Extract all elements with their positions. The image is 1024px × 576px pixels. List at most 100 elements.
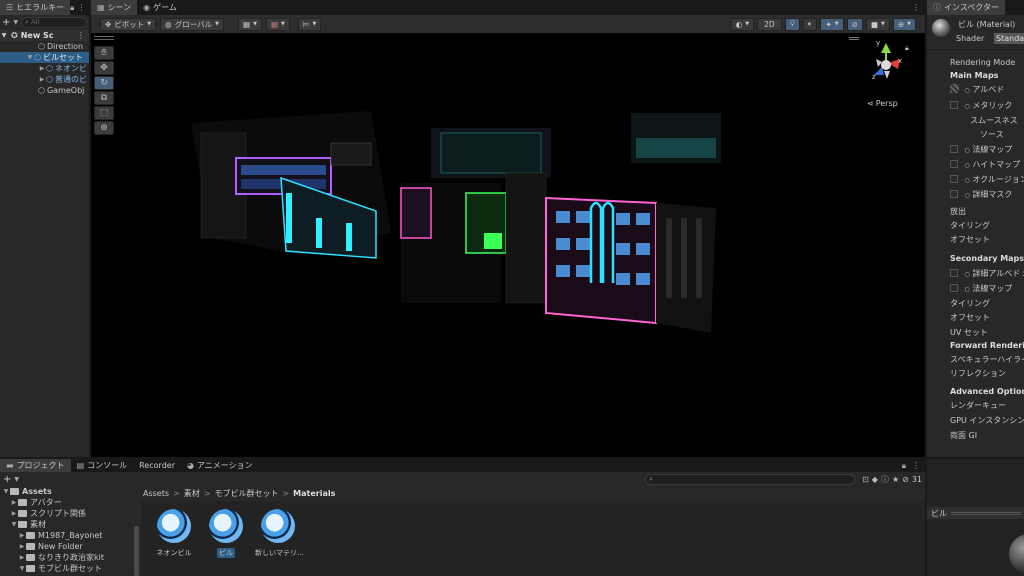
expand-icon[interactable]: ▼ bbox=[26, 54, 34, 61]
hierarchy-item-normal-building[interactable]: ▶ ⬡ 普通のビ bbox=[0, 74, 89, 85]
detail-albedo-row[interactable]: ○ 詳細アルベド x bbox=[950, 268, 1024, 279]
emission-toggle[interactable]: 放出 bbox=[950, 206, 966, 217]
tab-animation[interactable]: ◕ アニメーション bbox=[181, 459, 259, 472]
circle-picker-icon[interactable]: ○ bbox=[965, 162, 970, 169]
texture-slot-icon[interactable] bbox=[950, 284, 958, 292]
height-map-row[interactable]: ○ ハイトマップ bbox=[950, 159, 1020, 170]
uv-set-label[interactable]: UV セット bbox=[950, 327, 988, 338]
shader-dropdown[interactable]: Standa bbox=[994, 33, 1024, 44]
hierarchy-item-gameobject[interactable]: ⬡ GameObj bbox=[0, 85, 89, 96]
expand-icon[interactable]: ▼ bbox=[10, 521, 18, 528]
hierarchy-tab[interactable]: ☰ ヒエラルキー bbox=[0, 0, 71, 15]
expand-icon[interactable]: ▼ bbox=[2, 488, 10, 495]
project-search[interactable]: ⌕ bbox=[645, 473, 856, 485]
asset-building[interactable]: ビル bbox=[201, 509, 251, 558]
expand-icon[interactable]: ▶ bbox=[10, 499, 18, 506]
chevron-down-icon[interactable]: ▼ bbox=[13, 19, 18, 26]
tiling-2-label[interactable]: タイリング bbox=[950, 298, 990, 309]
hidden-packages-icon[interactable]: ⊘ bbox=[902, 475, 909, 484]
breadcrumb-item[interactable]: モブビル群セット bbox=[214, 488, 278, 499]
texture-slot-icon[interactable] bbox=[950, 190, 958, 198]
texture-slot-icon[interactable] bbox=[950, 269, 958, 277]
expand-icon[interactable]: ▶ bbox=[38, 76, 46, 83]
expand-icon[interactable]: ▶ bbox=[18, 543, 26, 550]
normal-map-2-row[interactable]: ○ 法線マップ bbox=[950, 283, 1012, 294]
search-by-type-icon[interactable]: ⊡ bbox=[862, 475, 869, 484]
hierarchy-item-direction[interactable]: ⬡ Direction bbox=[0, 41, 89, 52]
circle-picker-icon[interactable]: ○ bbox=[965, 147, 970, 154]
scene-viewport[interactable]: y x z bbox=[91, 33, 925, 457]
lock-icon[interactable]: 🔒︎ bbox=[70, 3, 74, 13]
reflections-label[interactable]: リフレクション bbox=[950, 368, 1006, 379]
detail-mask-row[interactable]: ○ 詳細マスク bbox=[950, 189, 1012, 200]
expand-icon[interactable]: ▶ bbox=[38, 65, 46, 72]
texture-slot-icon[interactable] bbox=[950, 101, 958, 109]
tree-scrollbar[interactable] bbox=[134, 526, 139, 576]
star-icon[interactable]: ★ bbox=[892, 475, 899, 484]
circle-picker-icon[interactable]: ○ bbox=[965, 103, 970, 110]
persp-label[interactable]: ⋖ Persp bbox=[867, 99, 898, 108]
tab-game[interactable]: ◉ ゲーム bbox=[137, 0, 183, 15]
draw-mode-dropdown[interactable]: ◐ ▼ bbox=[730, 17, 755, 31]
texture-slot-icon[interactable] bbox=[950, 160, 958, 168]
folder-new-folder[interactable]: ▶ New Folder bbox=[0, 541, 139, 552]
import-log-icon[interactable]: ⓘ bbox=[881, 474, 889, 485]
occlusion-row[interactable]: ○ オクルージョン bbox=[950, 174, 1024, 185]
more-icon[interactable]: ⋮ bbox=[912, 461, 920, 470]
global-toggle[interactable]: ◍ グローバル ▼ bbox=[160, 17, 224, 31]
folder-politician-kit[interactable]: ▶ なりきり政治家kit bbox=[0, 552, 139, 563]
render-queue-label[interactable]: レンダーキュー bbox=[950, 400, 1006, 411]
more-icon[interactable]: ⋮ bbox=[912, 3, 920, 12]
folder-avatar[interactable]: ▶ アバター bbox=[0, 497, 139, 508]
texture-slot-icon[interactable] bbox=[950, 84, 959, 93]
smoothness-label[interactable]: スムースネス bbox=[970, 115, 1018, 126]
lock-icon[interactable]: 🔒︎ bbox=[902, 461, 906, 471]
tab-scene[interactable]: ▦ シーン bbox=[91, 0, 138, 15]
circle-picker-icon[interactable]: ○ bbox=[965, 192, 970, 199]
increment-snap-toggle[interactable]: ▦ ▼ bbox=[265, 17, 290, 31]
tab-console[interactable]: ▤ コンソール bbox=[71, 459, 134, 472]
circle-picker-icon[interactable]: ○ bbox=[965, 177, 970, 184]
texture-slot-icon[interactable] bbox=[950, 175, 958, 183]
expand-icon[interactable]: ▼ bbox=[18, 565, 26, 572]
breadcrumb-item-current[interactable]: Materials bbox=[293, 489, 335, 498]
hierarchy-item-building-set[interactable]: ▼ ⬡ ビルセット bbox=[0, 52, 89, 63]
tiling-label[interactable]: タイリング bbox=[950, 220, 990, 231]
folder-bayonet[interactable]: ▶ M1987_Bayonet bbox=[0, 530, 139, 541]
tab-recorder[interactable]: Recorder bbox=[133, 459, 181, 472]
tab-project[interactable]: ▬ プロジェクト bbox=[0, 459, 71, 472]
add-icon[interactable]: + bbox=[3, 474, 11, 485]
asset-new-material[interactable]: 新しいマテリ... bbox=[253, 509, 304, 558]
hierarchy-search[interactable]: ⌕ All bbox=[21, 16, 87, 28]
texture-slot-icon[interactable] bbox=[950, 145, 958, 153]
hierarchy-item-neon-building[interactable]: ▶ ⬡ ネオンビ bbox=[0, 63, 89, 74]
add-icon[interactable]: + bbox=[2, 17, 10, 28]
preview-handle[interactable] bbox=[951, 511, 1021, 515]
preview-sphere[interactable] bbox=[1009, 534, 1024, 574]
chevron-down-icon[interactable]: ▼ bbox=[14, 476, 19, 483]
expand-icon[interactable]: ▶ bbox=[10, 510, 18, 517]
breadcrumb-item[interactable]: 素材 bbox=[184, 488, 200, 499]
offset-label[interactable]: オフセット bbox=[950, 234, 990, 245]
circle-picker-icon[interactable]: ○ bbox=[965, 286, 970, 293]
circle-picker-icon[interactable]: ○ bbox=[965, 271, 970, 278]
grid-snap-toggle[interactable]: ▦ ▼ bbox=[238, 17, 262, 31]
orientation-gizmo[interactable]: y x z bbox=[872, 39, 902, 81]
mode-2d-button[interactable]: 2D bbox=[757, 17, 782, 31]
label-icon[interactable]: ◆ bbox=[872, 475, 878, 484]
offset-2-label[interactable]: オフセット bbox=[950, 312, 990, 323]
lighting-toggle[interactable]: 💡︎ bbox=[784, 17, 800, 31]
preview-header[interactable]: ビル bbox=[927, 507, 1024, 519]
camera-dropdown[interactable]: ■ ▼ bbox=[865, 17, 890, 31]
inspector-tab[interactable]: ⓘ インスペクター bbox=[927, 0, 1005, 15]
folder-scripts[interactable]: ▶ スクリプト関係 bbox=[0, 508, 139, 519]
effects-dropdown[interactable]: ✦ ▼ bbox=[820, 17, 844, 31]
breadcrumb-item[interactable]: Assets bbox=[143, 489, 169, 498]
gizmos-dropdown[interactable]: ⊕ ▼ bbox=[892, 17, 916, 31]
circle-picker-icon[interactable]: ○ bbox=[965, 87, 970, 94]
normal-map-row[interactable]: ○ 法線マップ bbox=[950, 144, 1012, 155]
folder-assets[interactable]: ▼ Assets bbox=[0, 486, 139, 497]
expand-icon[interactable]: ▶ bbox=[18, 554, 26, 561]
ruler-toggle[interactable]: ⊨ ▼ bbox=[297, 17, 322, 31]
specular-highlights-label[interactable]: スペキュラーハイライト bbox=[950, 354, 1024, 365]
